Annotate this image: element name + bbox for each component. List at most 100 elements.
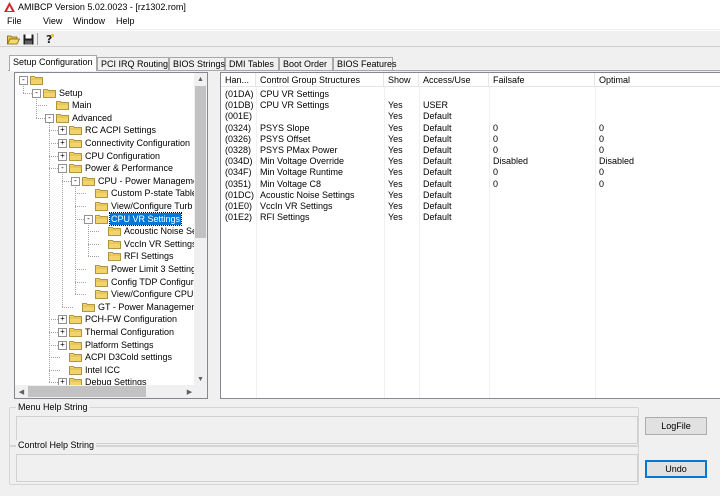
table-cell bbox=[419, 89, 489, 100]
table-row[interactable]: (0351) Min Voltage C8 Yes Default 0 0 bbox=[221, 179, 720, 190]
tree-view[interactable]: - - Setup Main - Advanced + RC ACPI Settings + Co… bbox=[15, 73, 196, 386]
logfile-button[interactable]: LogFile bbox=[645, 417, 707, 435]
tree-node[interactable]: Power Limit 3 Settings bbox=[15, 263, 196, 276]
tree-node[interactable]: + Thermal Configuration bbox=[15, 326, 196, 339]
undo-button[interactable]: Undo bbox=[645, 460, 707, 478]
tree-node[interactable]: + Connectivity Configuration bbox=[15, 137, 196, 150]
folder-icon bbox=[56, 100, 69, 111]
toolbar-separator bbox=[37, 33, 38, 45]
tree-vertical-scrollbar[interactable]: ▲ ▼ bbox=[194, 73, 207, 386]
table-row[interactable]: (034D) Min Voltage Override Yes Default Disa… bbox=[221, 156, 720, 167]
column-header-control-group[interactable]: Control Group Structures bbox=[256, 73, 384, 87]
collapse-icon[interactable]: - bbox=[32, 88, 41, 98]
tree-node[interactable]: - Power & Performance bbox=[15, 162, 196, 175]
tree-node-label: RFI Settings bbox=[124, 251, 174, 262]
tree-node[interactable]: View/Configure Turb bbox=[15, 200, 196, 213]
open-button[interactable] bbox=[6, 32, 20, 46]
tree-vertical-scroll-thumb[interactable] bbox=[195, 86, 206, 238]
tree-node[interactable]: + CPU Configuration bbox=[15, 150, 196, 163]
collapse-icon[interactable]: - bbox=[45, 113, 54, 123]
tree-node-label: Power Limit 3 Settings bbox=[111, 264, 196, 274]
tree-node[interactable]: Custom P-state Table bbox=[15, 187, 196, 200]
expand-icon[interactable]: + bbox=[58, 315, 67, 325]
save-button[interactable] bbox=[21, 32, 35, 46]
tab-pci-irq-routing[interactable]: PCI IRQ Routing bbox=[97, 57, 169, 70]
expand-icon[interactable]: + bbox=[58, 328, 67, 337]
table-cell: Min Voltage Override bbox=[260, 156, 345, 167]
control-group-table[interactable]: Han... Control Group Structures Show Acc… bbox=[220, 72, 720, 399]
collapse-icon[interactable]: - bbox=[71, 176, 80, 186]
table-row[interactable]: (01E0) VccIn VR Settings Yes Default bbox=[221, 201, 720, 212]
tab-bios-features[interactable]: BIOS Features bbox=[333, 57, 397, 70]
tree-node[interactable]: + RC ACPI Settings bbox=[15, 124, 196, 137]
tree-node[interactable]: Main bbox=[15, 99, 196, 112]
table-cell: PSYS Offset bbox=[260, 133, 311, 144]
tree-node-label: Power & Performance bbox=[85, 163, 174, 174]
tab-setup-configuration[interactable]: Setup Configuration bbox=[9, 55, 97, 71]
tree-node[interactable]: + PCH-FW Configuration bbox=[15, 313, 196, 326]
tree-node[interactable]: VccIn VR Settings bbox=[15, 238, 196, 251]
tree-node[interactable]: Acoustic Noise Set bbox=[15, 225, 196, 238]
control-help-title: Control Help String bbox=[16, 440, 97, 450]
tree-node[interactable]: ACPI D3Cold settings bbox=[15, 351, 196, 364]
expand-icon[interactable]: + bbox=[58, 151, 67, 161]
table-row[interactable]: (0324) PSYS Slope Yes Default 0 0 bbox=[221, 123, 720, 134]
tree-node[interactable]: Intel ICC bbox=[15, 364, 196, 377]
tree-node[interactable]: GT - Power Management bbox=[15, 301, 196, 314]
table-row[interactable]: (034F) Min Voltage Runtime Yes Default 0 0 bbox=[221, 167, 720, 178]
menu-help[interactable]: Help bbox=[116, 16, 135, 26]
expand-icon[interactable]: + bbox=[58, 340, 67, 350]
tab-boot-order[interactable]: Boot Order bbox=[279, 57, 333, 70]
table-cell bbox=[489, 201, 595, 212]
table-row[interactable]: (0326) PSYS Offset Yes Default 0 0 bbox=[221, 134, 720, 145]
tree-node[interactable]: - Advanced bbox=[15, 112, 196, 125]
help-button[interactable]: ? bbox=[42, 32, 56, 46]
collapse-icon[interactable]: - bbox=[84, 214, 93, 224]
table-cell: Default bbox=[423, 167, 452, 178]
expand-icon[interactable]: + bbox=[58, 126, 67, 136]
tree-node[interactable]: RFI Settings bbox=[15, 250, 196, 263]
setup-tree[interactable]: - - Setup Main - Advanced + RC ACPI Settings + Co… bbox=[14, 72, 208, 399]
table-row[interactable]: (01DB) CPU VR Settings Yes USER bbox=[221, 100, 720, 111]
folder-icon bbox=[69, 163, 82, 174]
tree-node-label: ACPI D3Cold settings bbox=[85, 352, 173, 363]
menu-file[interactable]: File bbox=[7, 16, 22, 26]
table-cell: Yes bbox=[388, 189, 403, 200]
tree-node[interactable]: View/Configure CPU bbox=[15, 288, 196, 301]
tree-node-label: Main bbox=[72, 100, 92, 111]
scroll-up-arrow-icon[interactable]: ▲ bbox=[194, 73, 207, 86]
collapse-icon[interactable]: - bbox=[19, 76, 28, 85]
column-header-handle[interactable]: Han... bbox=[221, 73, 256, 87]
tab-dmi-tables[interactable]: DMI Tables bbox=[225, 57, 279, 70]
column-header-failsafe[interactable]: Failsafe bbox=[489, 73, 595, 87]
table-row[interactable]: (0328) PSYS PMax Power Yes Default 0 0 bbox=[221, 145, 720, 156]
column-header-show[interactable]: Show bbox=[384, 73, 419, 87]
menu-window[interactable]: Window bbox=[73, 16, 105, 26]
menu-view[interactable]: View bbox=[43, 16, 62, 26]
scroll-left-arrow-icon[interactable]: ◀ bbox=[15, 385, 28, 398]
column-header-optimal[interactable]: Optimal bbox=[595, 73, 720, 87]
table-cell bbox=[489, 190, 595, 201]
folder-icon bbox=[30, 75, 43, 85]
expand-icon[interactable]: + bbox=[58, 139, 67, 148]
tree-node[interactable]: - Setup bbox=[15, 87, 196, 100]
tree-horizontal-scroll-thumb[interactable] bbox=[28, 386, 146, 397]
table-cell: 0 bbox=[599, 145, 605, 155]
table-row[interactable]: (01E2) RFI Settings Yes Default bbox=[221, 212, 720, 223]
table-row[interactable]: (01DC) Acoustic Noise Settings Yes Default bbox=[221, 190, 720, 201]
folder-icon bbox=[69, 340, 82, 350]
tree-horizontal-scrollbar[interactable]: ◀ ▶ bbox=[15, 385, 196, 398]
tree-node[interactable]: - CPU - Power Manageme bbox=[15, 175, 196, 188]
tree-node[interactable]: - bbox=[15, 74, 196, 87]
table-cell bbox=[384, 89, 419, 100]
table-cell: Disabled bbox=[493, 156, 529, 167]
tree-node[interactable]: + Platform Settings bbox=[15, 339, 196, 352]
collapse-icon[interactable]: - bbox=[58, 164, 67, 174]
table-row[interactable]: (001E) Yes Default bbox=[221, 111, 720, 122]
tab-bios-strings[interactable]: BIOS Strings bbox=[169, 57, 225, 70]
table-row[interactable]: (01DA) CPU VR Settings bbox=[221, 89, 720, 100]
tree-node-label: View/Configure CPU bbox=[111, 289, 194, 300]
tree-node[interactable]: - CPU VR Settings bbox=[15, 211, 196, 226]
tree-node[interactable]: Config TDP Configur bbox=[15, 276, 196, 289]
column-header-access-use[interactable]: Access/Use bbox=[419, 73, 489, 87]
